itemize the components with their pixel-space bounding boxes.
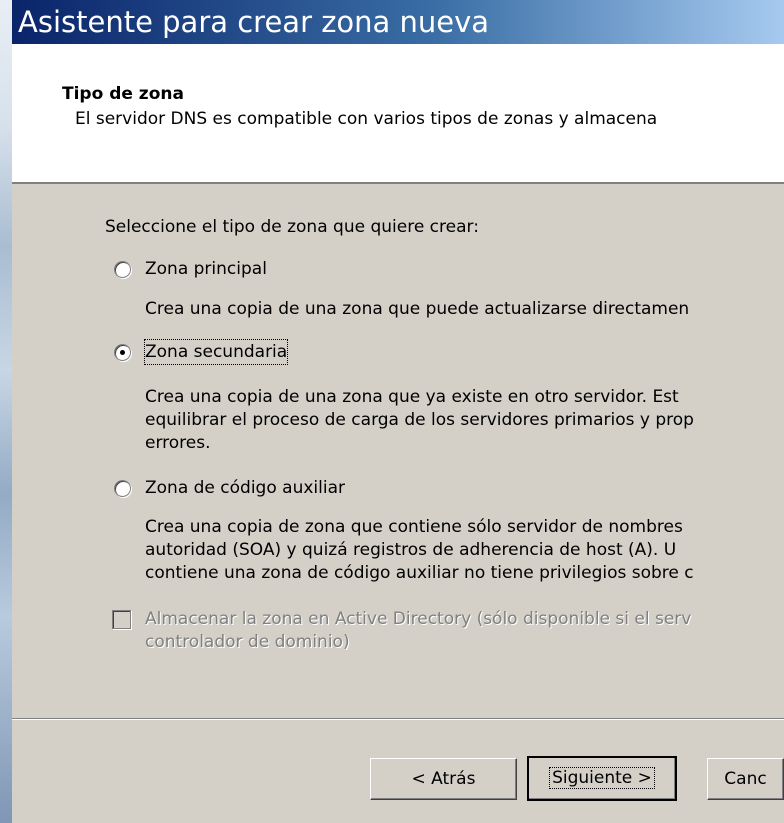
label-zona-principal[interactable]: Zona principal	[145, 257, 267, 281]
label-zona-secundaria[interactable]: Zona secundaria	[143, 339, 289, 365]
back-button[interactable]: < Atrás	[370, 758, 517, 800]
desc-zona-principal: Crea una copia de una zona que puede act…	[145, 299, 690, 319]
desc-zona-codigo-auxiliar-line1: Crea una copia de zona que contiene sólo…	[145, 517, 683, 537]
window-title: Asistente para crear zona nueva	[18, 5, 490, 39]
zone-type-prompt: Seleccione el tipo de zona que quiere cr…	[105, 217, 479, 237]
ad-storage-checkbox[interactable]	[112, 610, 131, 629]
title-bar[interactable]: Asistente para crear zona nueva	[12, 0, 784, 44]
desc-zona-secundaria-line2: equilibrar el proceso de carga de los se…	[145, 410, 694, 430]
radio-zona-secundaria[interactable]	[114, 344, 131, 361]
label-zona-codigo-auxiliar[interactable]: Zona de código auxiliar	[145, 476, 345, 500]
next-button-label: Siguiente >	[549, 767, 655, 789]
footer-separator	[12, 718, 784, 720]
page-description: El servidor DNS es compatible con varios…	[75, 109, 658, 129]
cancel-button-label: Canc	[724, 769, 767, 789]
cancel-button[interactable]: Canc	[707, 758, 784, 800]
desktop-background	[0, 0, 12, 823]
desc-zona-secundaria-line1: Crea una copia de una zona que ya existe…	[145, 387, 679, 407]
desc-zona-codigo-auxiliar-line2: autoridad (SOA) y quizá registros de adh…	[145, 540, 677, 560]
wizard-header: Tipo de zona El servidor DNS es compatib…	[12, 44, 784, 184]
page-title: Tipo de zona	[62, 84, 184, 104]
ad-storage-label-line1: Almacenar la zona en Active Directory (s…	[145, 609, 692, 629]
radio-selected-dot	[120, 350, 125, 355]
desc-zona-codigo-auxiliar-line3: contiene una zona de código auxiliar no …	[145, 563, 694, 583]
wizard-dialog: Asistente para crear zona nueva Tipo de …	[12, 0, 784, 823]
next-button[interactable]: Siguiente >	[527, 756, 677, 801]
ad-storage-label-line2: controlador de dominio)	[145, 632, 350, 652]
desc-zona-secundaria-line3: errores.	[145, 433, 211, 453]
wizard-content: Seleccione el tipo de zona que quiere cr…	[12, 184, 784, 704]
back-button-label: < Atrás	[411, 769, 476, 789]
radio-zona-principal[interactable]	[114, 261, 131, 278]
radio-zona-codigo-auxiliar[interactable]	[114, 480, 131, 497]
